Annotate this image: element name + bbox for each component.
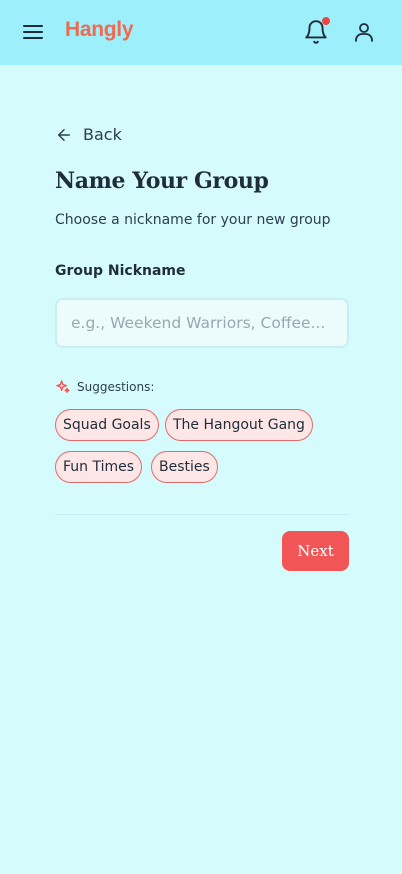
suggestions-header: Suggestions: (55, 379, 154, 395)
suggestion-chip[interactable]: Squad Goals (55, 409, 159, 441)
sparkles-icon (56, 380, 70, 393)
notification-dot (322, 17, 330, 25)
suggestion-chip[interactable]: The Hangout Gang (165, 409, 313, 441)
suggestions-label: Suggestions: (77, 380, 155, 394)
profile-button[interactable] (352, 20, 376, 44)
page-subtitle: Choose a nickname for your new group (55, 212, 331, 228)
back-button[interactable]: Back (55, 125, 122, 144)
user-icon (355, 23, 373, 42)
next-button[interactable]: Next (282, 531, 349, 571)
page-title: Name Your Group (55, 168, 269, 194)
suggestion-chip[interactable]: Besties (151, 451, 218, 483)
suggestion-chip[interactable]: Fun Times (55, 451, 143, 483)
divider (55, 514, 349, 515)
group-nickname-input[interactable] (55, 298, 349, 348)
arrow-left-icon (58, 128, 70, 141)
hamburger-menu-icon[interactable] (23, 22, 45, 42)
notifications-button[interactable] (303, 17, 330, 45)
nickname-field-label: Group Nickname (55, 263, 186, 279)
top-app-bar: Hangly (0, 0, 402, 65)
back-label: Back (83, 125, 122, 144)
app-logo[interactable]: Hangly (65, 18, 134, 42)
